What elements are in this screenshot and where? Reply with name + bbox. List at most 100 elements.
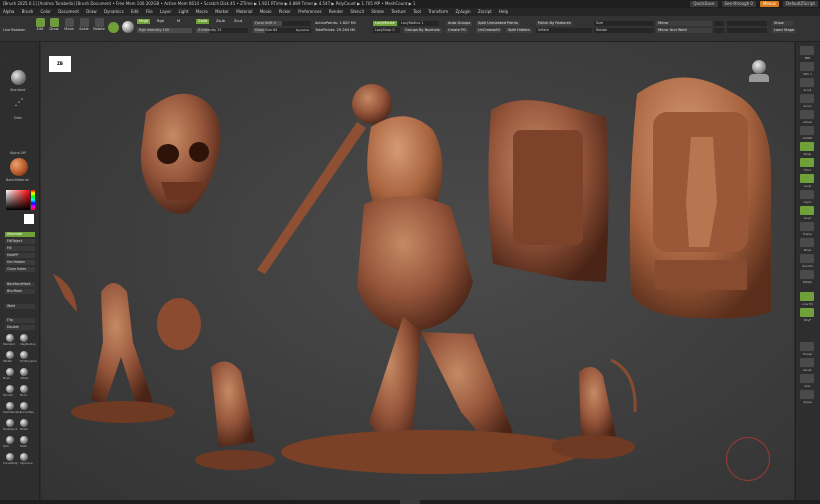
brush-thumb-slash[interactable] (20, 436, 28, 444)
menu-picker[interactable]: Picker (279, 8, 291, 16)
polyf-button[interactable] (800, 308, 814, 317)
weld-button[interactable]: Weld (5, 304, 35, 309)
brush-thumb-standard[interactable] (6, 334, 14, 342)
draw-button[interactable]: Draw (48, 18, 60, 31)
brush-thumb-hpolish[interactable] (6, 351, 14, 359)
rgb-intensity-slider[interactable]: Rgb Intensity 100 (137, 28, 192, 33)
menu-preferences[interactable]: Preferences (298, 8, 322, 16)
brush-thumb-inflate[interactable] (20, 368, 28, 376)
mirror-weld-options-field[interactable] (727, 28, 767, 33)
fill-button[interactable]: Fill (5, 246, 35, 251)
zcut-toggle[interactable]: Zcut (232, 19, 244, 24)
hue-slider[interactable] (31, 190, 35, 210)
mirror-button[interactable]: Mirror (656, 21, 712, 26)
menu-stroke[interactable]: Stroke (371, 8, 384, 16)
rotate-button[interactable]: Rotate (93, 18, 105, 31)
menu-light[interactable]: Light (178, 8, 188, 16)
gxyz-button[interactable] (800, 206, 814, 215)
brush-thumb-dam[interactable] (6, 436, 14, 444)
inflate-slider[interactable]: Inflate (536, 28, 592, 33)
seethrough-slider[interactable]: See-through 0 (721, 1, 756, 7)
menu-marker[interactable]: Marker (215, 8, 229, 16)
del-hidden-button[interactable]: Del Hidden (5, 260, 35, 265)
flip-button[interactable]: Flip (5, 318, 35, 323)
mirror-and-weld-button[interactable]: Mirror And Weld (656, 28, 712, 33)
fillobject-button[interactable]: FillObject (5, 239, 35, 244)
double-button[interactable]: Double (5, 325, 35, 330)
polish-by-features-button[interactable]: Polish By Features (536, 21, 573, 26)
brush-thumb-claybuildup[interactable] (20, 334, 28, 342)
brush-thumb-damstandard[interactable] (6, 402, 14, 410)
zoomd-button[interactable] (800, 254, 814, 263)
move-view-button[interactable] (800, 238, 814, 247)
brush-thumb-pinch[interactable] (20, 385, 28, 393)
menu-brush[interactable]: Brush (22, 8, 34, 16)
menu-tool[interactable]: Tool (413, 8, 421, 16)
rotate-view-button[interactable] (800, 270, 814, 279)
scale-button[interactable]: Scale (78, 18, 90, 31)
ghost-button[interactable] (800, 358, 814, 367)
quicksave-button[interactable]: QuickSave (690, 1, 718, 7)
menus-toggle[interactable]: Menus (759, 1, 780, 7)
menu-edit[interactable]: Edit (131, 8, 139, 16)
menu-draw[interactable]: Draw (86, 8, 96, 16)
menu-render[interactable]: Render (329, 8, 343, 16)
menu-transform[interactable]: Transform (428, 8, 448, 16)
edit-button[interactable]: Edit (34, 18, 46, 31)
brush-thumb-snakehook[interactable] (6, 419, 14, 427)
spix-button[interactable] (800, 62, 814, 71)
lazymouse-toggle[interactable]: LazyMouse (373, 21, 397, 26)
split-hidden-button[interactable]: Split Hidden (506, 28, 532, 33)
menu-alpha[interactable]: Alpha (3, 8, 14, 16)
scroll-button[interactable] (800, 78, 814, 87)
menu-dynamics[interactable]: Dynamics (104, 8, 124, 16)
menu-layer[interactable]: Layer (160, 8, 171, 16)
navigation-head-gizmo[interactable] (749, 60, 769, 86)
canvas-viewport[interactable]: ZB (41, 42, 794, 500)
zsub-toggle[interactable]: Zsub (214, 19, 227, 24)
close-holes-button[interactable]: Close Holes (5, 267, 35, 272)
uncreaseall-button[interactable]: UnCreaseAll (476, 28, 502, 33)
bpr-button[interactable] (800, 46, 814, 55)
lsym-button[interactable] (800, 190, 814, 199)
dots-stroke-icon[interactable]: ⋰ (12, 98, 26, 112)
groups-by-normals-button[interactable]: Groups By Normals (403, 28, 442, 33)
floor-button[interactable] (800, 158, 814, 167)
alternate-button[interactable]: Alternate (5, 232, 35, 237)
standard-brush-icon[interactable] (11, 70, 26, 85)
xpose-button[interactable] (800, 390, 814, 399)
material-swatch-button[interactable] (108, 22, 119, 33)
rgb-toggle[interactable]: Rgb (155, 19, 166, 24)
brush-thumb-trimdynamic[interactable] (20, 351, 28, 359)
m-toggle[interactable]: M (175, 19, 182, 24)
mrgb-toggle[interactable]: Mrgb (137, 19, 151, 24)
lightbox-button[interactable]: Live Boolean (3, 28, 25, 32)
zoom-button[interactable] (800, 94, 814, 103)
mirror-weld-axis-button[interactable] (714, 28, 724, 33)
brush-thumb-curvestrap[interactable] (6, 453, 14, 461)
transpose-ring-icon[interactable] (726, 437, 770, 481)
default-zscript-button[interactable]: DefaultZScript (783, 1, 818, 7)
blurmask-button[interactable]: BlurMask (5, 289, 35, 294)
frame-button[interactable] (800, 222, 814, 231)
move-button[interactable]: Move (63, 18, 75, 31)
menu-document[interactable]: Document (58, 8, 79, 16)
brush-thumb-smooth[interactable] (6, 385, 14, 393)
solo-button[interactable] (800, 374, 814, 383)
menu-stencil[interactable]: Stencil (350, 8, 364, 16)
menu-color[interactable]: Color (40, 8, 50, 16)
main-color-swatch[interactable] (24, 214, 34, 224)
menu-texture[interactable]: Texture (391, 8, 406, 16)
bottom-tray-toggle[interactable] (400, 500, 420, 504)
actual-button[interactable] (800, 110, 814, 119)
line-fill-button[interactable] (800, 292, 814, 301)
menu-zplugin[interactable]: Zplugin (455, 8, 470, 16)
material-sphere-icon[interactable] (10, 158, 28, 176)
create-pg-button[interactable]: Create PG (446, 28, 469, 33)
aahalf-button[interactable] (800, 126, 814, 135)
menu-material[interactable]: Material (236, 8, 252, 16)
load-stage-button[interactable]: Load Stage (772, 28, 796, 33)
menu-movie[interactable]: Movie (260, 8, 272, 16)
brush-sphere-icon[interactable] (122, 21, 134, 33)
mirror-axis-button[interactable] (714, 21, 724, 26)
